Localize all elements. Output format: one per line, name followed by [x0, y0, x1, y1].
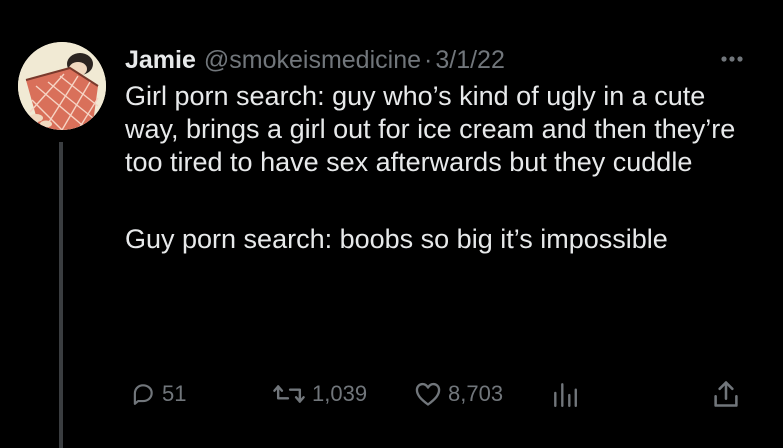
share-button[interactable] [712, 374, 746, 414]
tweet-text: Girl porn search: guy who’s kind of ugly… [125, 80, 765, 256]
action-bar: 51 1,039 8,703 [0, 374, 783, 414]
views-button[interactable] [552, 374, 584, 414]
like-button[interactable]: 8,703 [414, 374, 503, 414]
like-count: 8,703 [448, 381, 504, 406]
tweet-paragraph: Guy porn search: boobs so big it’s impos… [125, 224, 668, 254]
separator-dot: · [424, 46, 433, 74]
author-handle[interactable]: @smokeismedicine [204, 44, 421, 76]
tweet-date[interactable]: 3/1/22 [435, 44, 505, 76]
more-icon[interactable] [712, 46, 752, 72]
tweet-paragraph: Girl porn search: guy who’s kind of ugly… [125, 81, 736, 177]
retweet-icon [272, 381, 312, 407]
heart-icon [414, 381, 448, 407]
share-icon [712, 379, 746, 409]
analytics-icon [552, 380, 584, 408]
reply-count: 51 [162, 381, 187, 406]
tweet[interactable]: Jamie @smokeismedicine · 3/1/22 Girl por… [0, 0, 783, 448]
avatar[interactable] [18, 42, 106, 130]
reply-button[interactable]: 51 [130, 374, 186, 414]
author-name[interactable]: Jamie [125, 44, 196, 76]
reply-icon [130, 381, 162, 407]
tweet-header: Jamie @smokeismedicine · 3/1/22 [125, 44, 505, 76]
retweet-count: 1,039 [312, 381, 368, 406]
retweet-button[interactable]: 1,039 [272, 374, 367, 414]
